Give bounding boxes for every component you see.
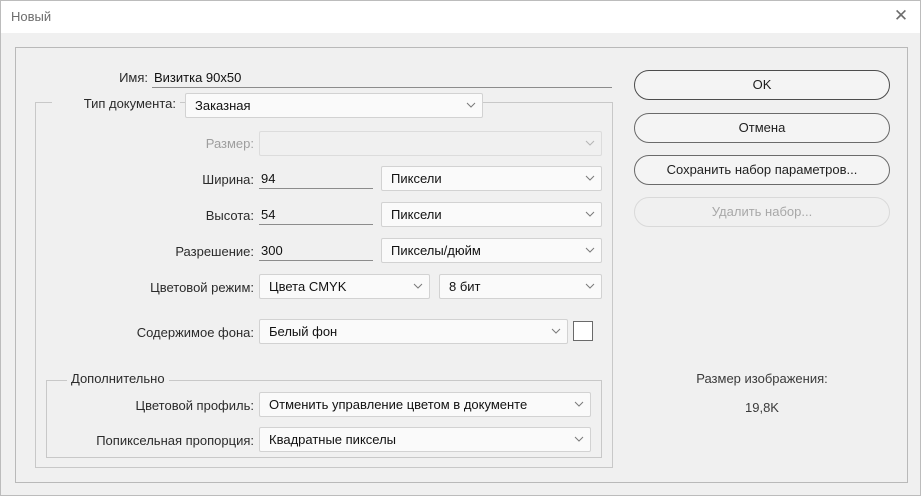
color-profile-value: Отменить управление цветом в документе: [269, 397, 528, 412]
height-input[interactable]: 54: [259, 205, 373, 225]
delete-preset-button: Удалить набор...: [634, 197, 890, 227]
document-type-value: Заказная: [195, 98, 251, 113]
size-label: Размер:: [205, 136, 254, 151]
bit-depth-value: 8 бит: [449, 279, 481, 294]
image-size-label: Размер изображения:: [696, 371, 828, 386]
chevron-down-icon: [585, 174, 595, 182]
name-input[interactable]: Визитка 90x50: [152, 68, 612, 88]
pixel-aspect-select[interactable]: Квадратные пикселы: [259, 427, 591, 452]
height-unit-select[interactable]: Пиксели: [381, 202, 602, 227]
background-select[interactable]: Белый фон: [259, 319, 568, 344]
ok-button[interactable]: OK: [634, 70, 890, 100]
color-profile-label: Цветовой профиль:: [135, 398, 254, 413]
background-label: Содержимое фона:: [136, 325, 254, 340]
save-preset-button[interactable]: Сохранить набор параметров...: [634, 155, 890, 185]
cancel-button[interactable]: Отмена: [634, 113, 890, 143]
new-document-window: Новый ✕ Имя: Визитка 90x50 Тип документа…: [0, 0, 921, 496]
chevron-down-icon: [413, 282, 423, 290]
dialog-body: Имя: Визитка 90x50 Тип документа: Заказн…: [15, 47, 908, 483]
chevron-down-icon: [574, 435, 584, 443]
color-mode-label: Цветовой режим:: [150, 280, 254, 295]
document-type-select[interactable]: Заказная: [185, 93, 483, 118]
document-type-label: Тип документа:: [52, 96, 180, 111]
image-size-value: 19,8K: [745, 400, 779, 415]
size-select: [259, 131, 602, 156]
width-input[interactable]: 94: [259, 169, 373, 189]
advanced-legend: Дополнительно: [67, 371, 169, 386]
width-unit-value: Пиксели: [391, 171, 442, 186]
name-label: Имя:: [119, 70, 148, 85]
chevron-down-icon: [574, 400, 584, 408]
color-mode-select[interactable]: Цвета CMYK: [259, 274, 430, 299]
background-value: Белый фон: [269, 324, 338, 339]
color-mode-value: Цвета CMYK: [269, 279, 347, 294]
resolution-input[interactable]: 300: [259, 241, 373, 261]
pixel-aspect-label: Попиксельная пропорция:: [96, 433, 254, 448]
title-bar: Новый ✕: [1, 1, 920, 33]
width-label: Ширина:: [202, 172, 254, 187]
close-icon[interactable]: ✕: [890, 5, 912, 27]
chevron-down-icon: [585, 139, 595, 147]
chevron-down-icon: [551, 327, 561, 335]
resolution-unit-select[interactable]: Пикселы/дюйм: [381, 238, 602, 263]
color-profile-select[interactable]: Отменить управление цветом в документе: [259, 392, 591, 417]
resolution-unit-value: Пикселы/дюйм: [391, 243, 481, 258]
resolution-label: Разрешение:: [175, 244, 254, 259]
width-unit-select[interactable]: Пиксели: [381, 166, 602, 191]
window-title: Новый: [11, 9, 52, 24]
chevron-down-icon: [585, 210, 595, 218]
pixel-aspect-value: Квадратные пикселы: [269, 432, 397, 447]
height-unit-value: Пиксели: [391, 207, 442, 222]
bit-depth-select[interactable]: 8 бит: [439, 274, 602, 299]
chevron-down-icon: [585, 246, 595, 254]
chevron-down-icon: [466, 101, 476, 109]
background-color-swatch[interactable]: [573, 321, 593, 341]
chevron-down-icon: [585, 282, 595, 290]
height-label: Высота:: [205, 208, 254, 223]
